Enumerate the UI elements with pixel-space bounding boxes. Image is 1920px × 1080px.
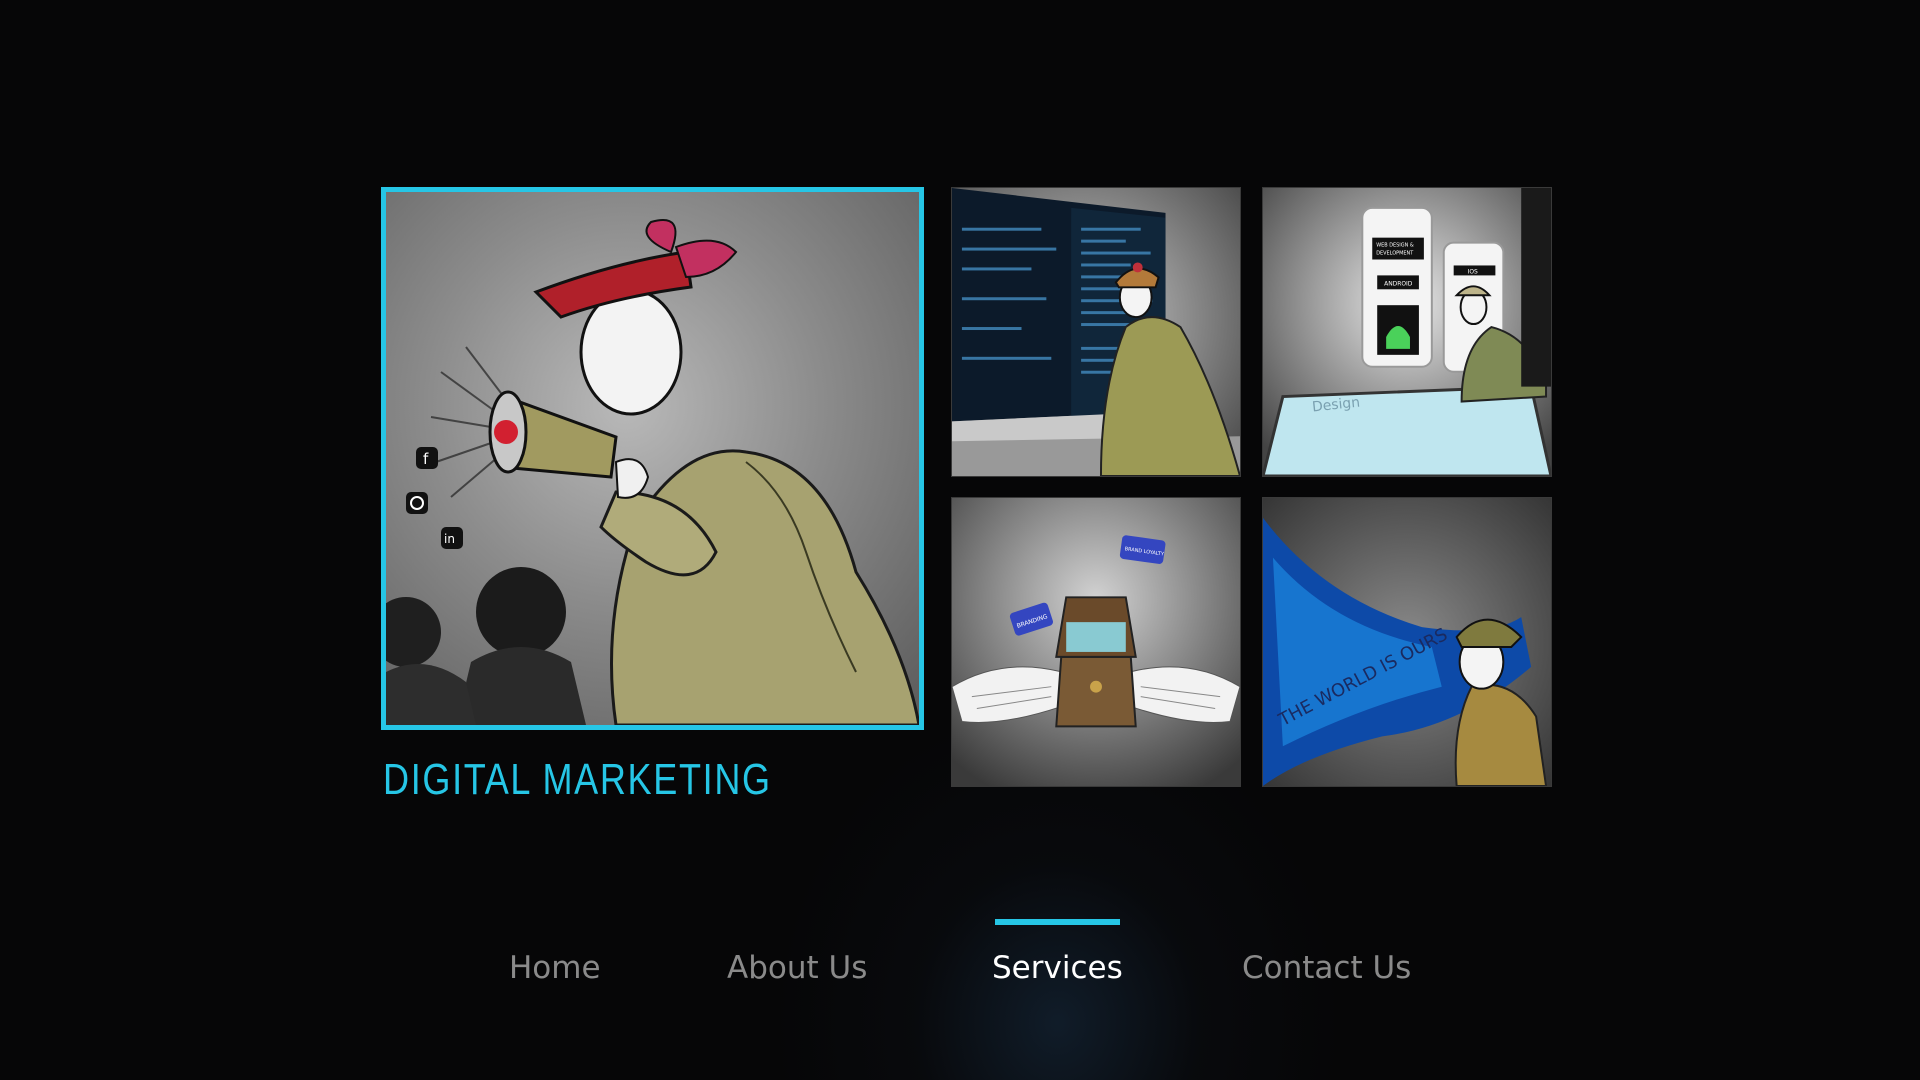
- linkedin-icon: in: [444, 532, 455, 546]
- featured-service-title: DIGITAL MARKETING: [383, 755, 772, 804]
- svg-text:ANDROID: ANDROID: [1384, 280, 1413, 287]
- svg-text:IOS: IOS: [1468, 268, 1478, 275]
- nav-contact-us[interactable]: Contact Us: [1242, 950, 1411, 986]
- active-indicator: [995, 919, 1120, 925]
- nav-home[interactable]: Home: [509, 950, 601, 986]
- service-thumbnail-branding[interactable]: BRANDING BRAND LOYALTY: [951, 497, 1241, 787]
- featured-service-image[interactable]: f in: [381, 187, 924, 730]
- service-thumbnail-web-development[interactable]: [951, 187, 1241, 477]
- service-thumbnail-web-design[interactable]: Design WEB DESIGN & DEVELOPMENT ANDROID …: [1262, 187, 1552, 477]
- service-thumbnail-world[interactable]: THE WORLD IS OURS: [1262, 497, 1552, 787]
- svg-text:WEB DESIGN &: WEB DESIGN &: [1376, 243, 1414, 249]
- services-page: f in DIGITAL MARKETING Design WEB DESIGN…: [0, 0, 1920, 1080]
- nav-services[interactable]: Services: [992, 950, 1123, 986]
- nav-about-us[interactable]: About Us: [727, 950, 867, 986]
- svg-text:DEVELOPMENT: DEVELOPMENT: [1376, 251, 1414, 257]
- facebook-icon: f: [423, 450, 429, 468]
